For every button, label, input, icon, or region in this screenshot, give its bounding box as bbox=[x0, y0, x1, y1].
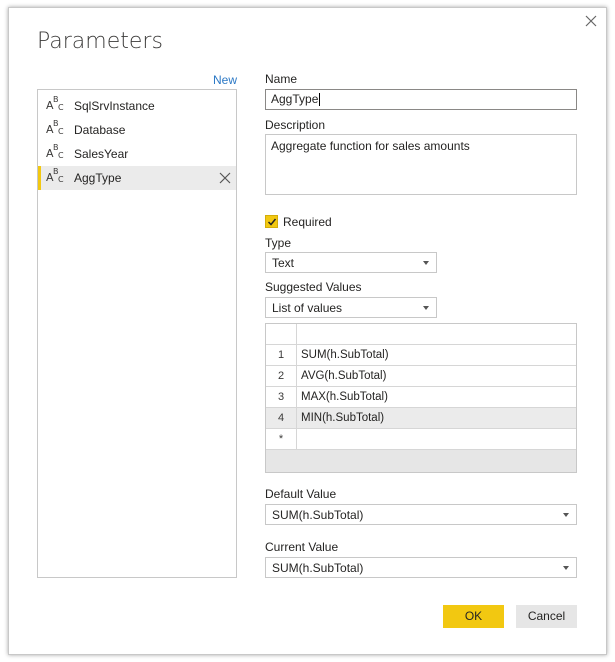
table-row[interactable]: 2 AVG(h.SubTotal) bbox=[266, 366, 576, 387]
value-cell[interactable]: MAX(h.SubTotal) bbox=[301, 387, 388, 407]
description-value: Aggregate function for sales amounts bbox=[271, 139, 470, 153]
description-label: Description bbox=[265, 118, 326, 132]
type-label: Type bbox=[265, 236, 292, 250]
new-parameter-link[interactable]: New bbox=[213, 73, 237, 87]
remove-parameter-icon[interactable] bbox=[218, 171, 232, 185]
close-icon bbox=[585, 15, 597, 27]
suggested-values-dropdown[interactable]: List of values bbox=[265, 297, 437, 318]
value-cell[interactable]: MIN(h.SubTotal) bbox=[301, 408, 384, 428]
type-value: Text bbox=[272, 256, 295, 270]
ok-button[interactable]: OK bbox=[443, 605, 504, 628]
chevron-down-icon bbox=[423, 306, 429, 310]
grid-header-row bbox=[266, 324, 576, 345]
text-type-icon: ABC bbox=[46, 143, 64, 160]
parameter-list: ABC SqlSrvInstance ABC Database ABC Sale… bbox=[37, 89, 237, 578]
text-type-icon: ABC bbox=[46, 167, 64, 184]
row-number: 4 bbox=[266, 408, 297, 428]
parameter-item-database[interactable]: ABC Database bbox=[38, 118, 236, 142]
current-value-label: Current Value bbox=[265, 540, 339, 554]
suggested-values-value: List of values bbox=[272, 301, 343, 315]
current-value: SUM(h.SubTotal) bbox=[272, 561, 364, 575]
close-button[interactable] bbox=[583, 13, 599, 29]
table-row[interactable]: 3 MAX(h.SubTotal) bbox=[266, 387, 576, 408]
text-cursor bbox=[319, 93, 321, 107]
chevron-down-icon bbox=[423, 261, 429, 265]
parameter-label: SqlSrvInstance bbox=[74, 99, 155, 113]
default-value: SUM(h.SubTotal) bbox=[272, 508, 364, 522]
required-label: Required bbox=[283, 215, 332, 229]
parameter-item-aggtype[interactable]: ABC AggType bbox=[38, 166, 236, 190]
row-number: 2 bbox=[266, 366, 297, 386]
row-number: 3 bbox=[266, 387, 297, 407]
text-type-icon: ABC bbox=[46, 119, 64, 136]
default-value-label: Default Value bbox=[265, 487, 337, 501]
chevron-down-icon bbox=[563, 566, 569, 570]
value-cell[interactable]: SUM(h.SubTotal) bbox=[301, 345, 389, 365]
text-type-icon: ABC bbox=[46, 95, 64, 112]
suggested-values-label: Suggested Values bbox=[265, 280, 362, 294]
table-row[interactable]: 4 MIN(h.SubTotal) bbox=[266, 408, 576, 429]
dialog-title: Parameters bbox=[37, 29, 163, 54]
default-value-dropdown[interactable]: SUM(h.SubTotal) bbox=[265, 504, 577, 525]
new-row[interactable]: * bbox=[266, 429, 576, 450]
parameter-label: Database bbox=[74, 123, 126, 137]
parameters-dialog: Parameters New ABC SqlSrvInstance ABC Da… bbox=[8, 7, 607, 655]
description-textarea[interactable]: Aggregate function for sales amounts bbox=[265, 134, 577, 195]
parameter-label: SalesYear bbox=[74, 147, 129, 161]
name-value: AggType bbox=[271, 92, 319, 106]
parameter-label: AggType bbox=[74, 171, 122, 185]
parameter-item-sqlsrvinstance[interactable]: ABC SqlSrvInstance bbox=[38, 94, 236, 118]
suggested-values-grid: 1 SUM(h.SubTotal) 2 AVG(h.SubTotal) 3 MA… bbox=[265, 323, 577, 473]
name-input[interactable]: AggType bbox=[265, 89, 577, 110]
table-row[interactable]: 1 SUM(h.SubTotal) bbox=[266, 345, 576, 366]
value-cell[interactable]: AVG(h.SubTotal) bbox=[301, 366, 386, 386]
parameter-item-salesyear[interactable]: ABC SalesYear bbox=[38, 142, 236, 166]
cancel-button[interactable]: Cancel bbox=[516, 605, 577, 628]
required-checkbox[interactable] bbox=[265, 215, 278, 228]
type-dropdown[interactable]: Text bbox=[265, 252, 437, 273]
name-label: Name bbox=[265, 72, 298, 86]
row-number: 1 bbox=[266, 345, 297, 365]
checkmark-icon bbox=[267, 218, 277, 226]
current-value-dropdown[interactable]: SUM(h.SubTotal) bbox=[265, 557, 577, 578]
chevron-down-icon bbox=[563, 513, 569, 517]
row-number-header bbox=[266, 324, 297, 344]
new-row-marker: * bbox=[266, 429, 297, 449]
